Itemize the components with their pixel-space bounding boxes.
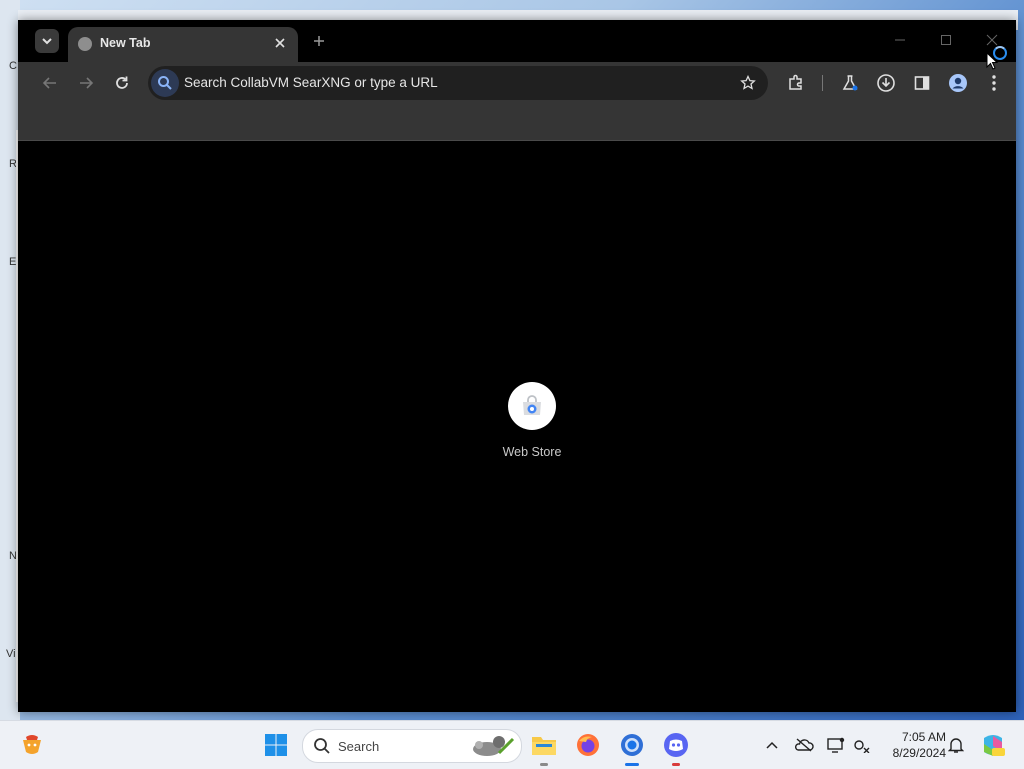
forward-button[interactable] — [74, 71, 98, 95]
notifications-button[interactable] — [946, 735, 966, 755]
shortcut-web-store[interactable]: Web Store — [488, 382, 576, 459]
shortcut-icon-circle — [508, 382, 556, 430]
bookmark-star-button[interactable] — [738, 73, 758, 93]
arrow-right-icon — [80, 77, 94, 89]
omnibox-input[interactable] — [184, 75, 704, 90]
start-button[interactable] — [260, 729, 292, 761]
maximize-icon — [941, 35, 951, 45]
taskbar: Search 7:05 AM 8/29/2024 — [0, 720, 1024, 769]
new-tab-page: Web Store — [28, 141, 1016, 712]
desktop-icon-label: C — [9, 60, 17, 72]
menu-button[interactable] — [982, 71, 1006, 95]
taskbar-clock[interactable]: 7:05 AM 8/29/2024 — [878, 729, 946, 761]
avatar-icon — [949, 74, 967, 92]
close-icon — [275, 38, 285, 48]
minimize-button[interactable] — [885, 28, 915, 52]
mouse-cursor-icon — [986, 52, 999, 70]
taskbar-app-firefox[interactable] — [572, 729, 604, 761]
tab-title: New Tab — [100, 36, 151, 50]
windows-logo-icon — [265, 734, 287, 756]
new-tab-button[interactable] — [308, 30, 330, 52]
plus-icon — [314, 36, 324, 46]
monitor-icon — [827, 737, 845, 753]
chevron-down-icon — [42, 38, 52, 45]
clock-time: 7:05 AM — [901, 730, 946, 744]
downloads-button[interactable] — [874, 71, 898, 95]
tab-close-button[interactable] — [270, 33, 290, 53]
kebab-menu-icon — [992, 75, 996, 91]
running-indicator — [625, 763, 639, 766]
tab-new-tab[interactable]: New Tab — [68, 27, 298, 62]
folder-icon — [532, 737, 556, 755]
clock-date: 8/29/2024 — [892, 746, 946, 760]
bookmarks-bar — [18, 104, 1016, 141]
reload-button[interactable] — [110, 71, 134, 95]
running-indicator — [672, 763, 680, 766]
running-indicator — [540, 763, 548, 766]
discord-icon — [664, 733, 688, 757]
star-icon — [740, 75, 756, 90]
close-icon — [986, 34, 998, 46]
minimize-icon — [895, 39, 905, 41]
profile-button[interactable] — [946, 71, 970, 95]
labs-button[interactable] — [838, 71, 862, 95]
flask-icon — [842, 75, 858, 91]
extensions-button[interactable] — [784, 71, 808, 95]
web-store-icon — [523, 395, 541, 415]
globe-icon — [78, 37, 92, 51]
chevron-up-icon — [766, 741, 778, 749]
weather-widget-icon — [23, 735, 41, 754]
toolbar-separator — [822, 75, 823, 91]
side-panel-icon — [914, 76, 930, 90]
firefox-icon — [577, 734, 599, 756]
shortcut-label: Web Store — [502, 445, 562, 459]
download-icon — [877, 74, 895, 92]
tray-onedrive[interactable] — [794, 735, 814, 755]
search-icon — [314, 738, 330, 754]
browser-toolbar — [18, 62, 1016, 104]
puzzle-icon — [789, 74, 802, 90]
desktop-icon-label: Vi — [6, 648, 16, 660]
arrow-left-icon — [42, 77, 56, 89]
tray-display[interactable] — [826, 735, 846, 755]
taskbar-search-placeholder: Search — [338, 739, 380, 754]
back-button[interactable] — [38, 71, 62, 95]
search-highlight-illustration-icon — [473, 736, 515, 756]
copilot-button[interactable] — [980, 732, 1006, 758]
chrome-icon — [621, 734, 643, 756]
tab-search-button[interactable] — [35, 29, 59, 53]
taskbar-app-chrome[interactable] — [616, 729, 648, 766]
taskbar-app-discord[interactable] — [660, 729, 692, 766]
omnibox[interactable] — [148, 66, 768, 100]
bell-icon — [948, 738, 964, 753]
reload-icon — [116, 76, 128, 89]
widgets-button[interactable] — [16, 729, 48, 761]
tray-network[interactable] — [852, 735, 872, 755]
network-disconnected-icon — [854, 740, 870, 753]
browser-window: New Tab Search CollabVM SearXNG or type … — [18, 20, 1016, 712]
side-panel-button[interactable] — [910, 71, 934, 95]
search-icon — [151, 69, 179, 97]
taskbar-app-file-explorer[interactable] — [528, 729, 560, 766]
taskbar-search-box[interactable]: Search — [302, 729, 522, 763]
show-hidden-icons-button[interactable] — [762, 735, 782, 755]
tab-strip: New Tab — [18, 20, 1016, 62]
maximize-button[interactable] — [931, 28, 961, 52]
cloud-off-icon — [794, 738, 814, 752]
copilot-icon — [984, 735, 1005, 756]
